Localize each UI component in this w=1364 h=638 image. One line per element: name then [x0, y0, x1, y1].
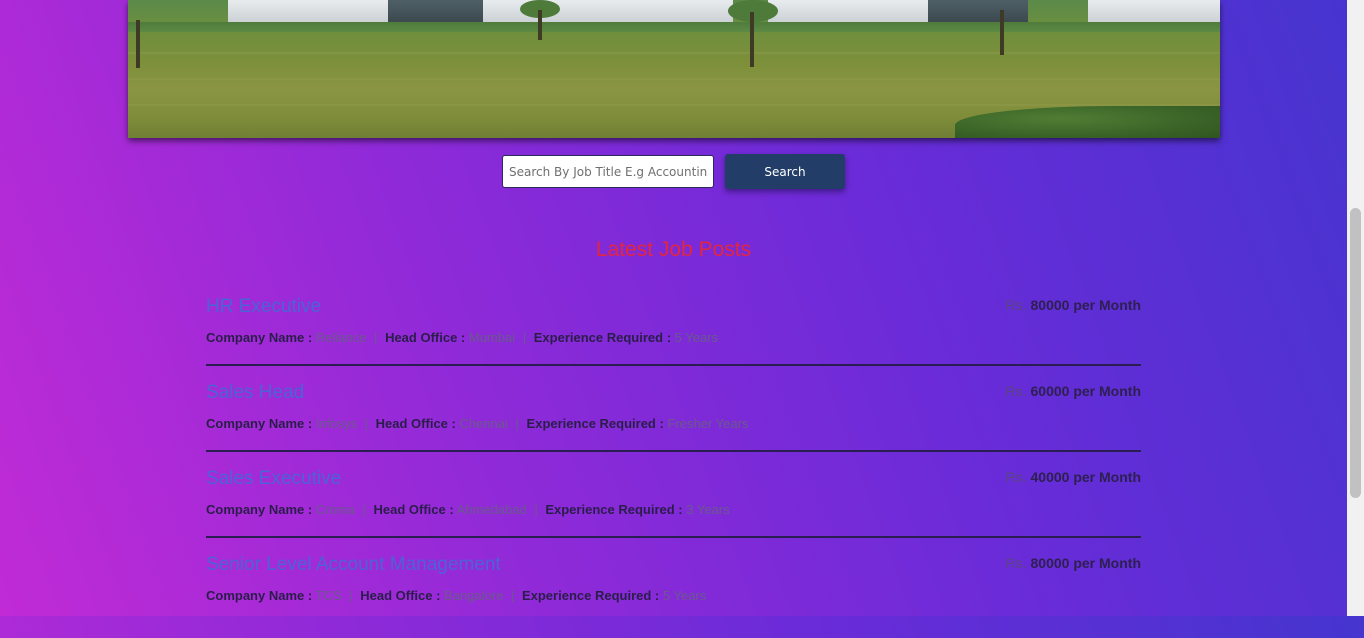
banner-image — [128, 0, 1220, 138]
section-title: Latest Job Posts — [595, 238, 752, 261]
job-title-link[interactable]: Senior Level Account Management — [206, 554, 501, 576]
search-input[interactable] — [502, 155, 714, 188]
head-office-label: Head Office : — [375, 416, 456, 431]
scrollbar-thumb[interactable] — [1350, 208, 1361, 498]
salary-amount: 60000 per Month — [1030, 383, 1141, 399]
vertical-scrollbar[interactable] — [1347, 0, 1364, 616]
experience-value: Fresher Years — [667, 416, 749, 431]
job-post: HR Executive Rs. 80000 per Month Company… — [206, 294, 1141, 380]
separator: | — [515, 416, 519, 431]
banner-field-stripe — [128, 52, 1220, 54]
banner-treeline — [128, 22, 1220, 32]
company-value: Reliance — [315, 330, 367, 345]
experience-label: Experience Required : — [533, 330, 672, 345]
banner-tree-trunk — [1000, 10, 1004, 55]
experience-label: Experience Required : — [526, 416, 664, 431]
head-office-value: Chennai — [459, 416, 508, 431]
job-list: HR Executive Rs. 80000 per Month Company… — [206, 294, 1141, 638]
company-label: Company Name : — [206, 502, 313, 517]
company-label: Company Name : — [206, 330, 313, 345]
divider — [206, 364, 1141, 366]
job-salary: Rs. 80000 per Month — [1006, 555, 1141, 571]
head-office-label: Head Office : — [373, 502, 454, 517]
job-post: Sales Executive Rs. 40000 per Month Comp… — [206, 466, 1141, 552]
head-office-value: Bangalore — [444, 588, 504, 603]
job-salary: Rs. 60000 per Month — [1006, 383, 1141, 399]
separator: | — [364, 416, 369, 431]
banner-hedge — [955, 106, 1220, 138]
experience-value: 3 Years — [686, 502, 730, 517]
separator: | — [362, 502, 366, 517]
job-post: Senior Level Account Management Rs. 8000… — [206, 552, 1141, 638]
separator: | — [522, 330, 527, 345]
head-office-value: Ahmedabad — [456, 502, 527, 517]
head-office-label: Head Office : — [360, 588, 441, 603]
experience-value: 5 Years — [674, 330, 719, 345]
experience-label: Experience Required : — [545, 502, 683, 517]
company-label: Company Name : — [206, 588, 313, 603]
job-post: Sales Head Rs. 60000 per Month Company N… — [206, 380, 1141, 466]
company-value: Infosys — [315, 416, 358, 431]
separator: | — [534, 502, 538, 517]
salary-amount: 80000 per Month — [1030, 555, 1141, 571]
job-meta: Company Name : Reliance | Head Office : … — [206, 330, 718, 345]
job-title-link[interactable]: Sales Head — [206, 382, 304, 404]
currency-label: Rs. — [1005, 383, 1027, 399]
banner-field-stripe — [128, 78, 1220, 80]
currency-label: Rs. — [1005, 469, 1027, 485]
experience-value: 5 Years — [662, 588, 707, 603]
divider — [206, 536, 1141, 538]
banner-tree-trunk — [136, 20, 140, 68]
currency-label: Rs. — [1005, 297, 1027, 313]
job-title-link[interactable]: HR Executive — [206, 296, 321, 318]
company-value: TCS — [315, 588, 342, 603]
banner-tree-trunk — [538, 10, 542, 40]
job-salary: Rs. 40000 per Month — [1006, 469, 1141, 485]
separator: | — [374, 330, 378, 345]
job-title-link[interactable]: Sales Executive — [206, 468, 341, 490]
search-button[interactable]: Search — [725, 154, 845, 189]
company-label: Company Name : — [206, 416, 313, 431]
salary-amount: 40000 per Month — [1030, 469, 1141, 485]
separator: | — [510, 588, 515, 603]
job-salary: Rs. 80000 per Month — [1006, 297, 1141, 313]
head-office-value: Mumbai — [468, 330, 516, 345]
banner-field-stripe — [128, 104, 1220, 106]
company-value: Croma — [315, 502, 355, 517]
page: Search Latest Job Posts HR Executive Rs.… — [0, 0, 1347, 616]
divider — [206, 450, 1141, 452]
job-meta: Company Name : Croma | Head Office : Ahm… — [206, 502, 730, 517]
banner-tree-trunk — [750, 12, 754, 67]
head-office-label: Head Office : — [385, 330, 466, 345]
job-meta: Company Name : TCS | Head Office : Banga… — [206, 588, 706, 603]
salary-amount: 80000 per Month — [1030, 297, 1141, 313]
experience-label: Experience Required : — [521, 588, 660, 603]
separator: | — [349, 588, 353, 603]
currency-label: Rs. — [1005, 555, 1027, 571]
job-meta: Company Name : Infosys | Head Office : C… — [206, 416, 748, 431]
